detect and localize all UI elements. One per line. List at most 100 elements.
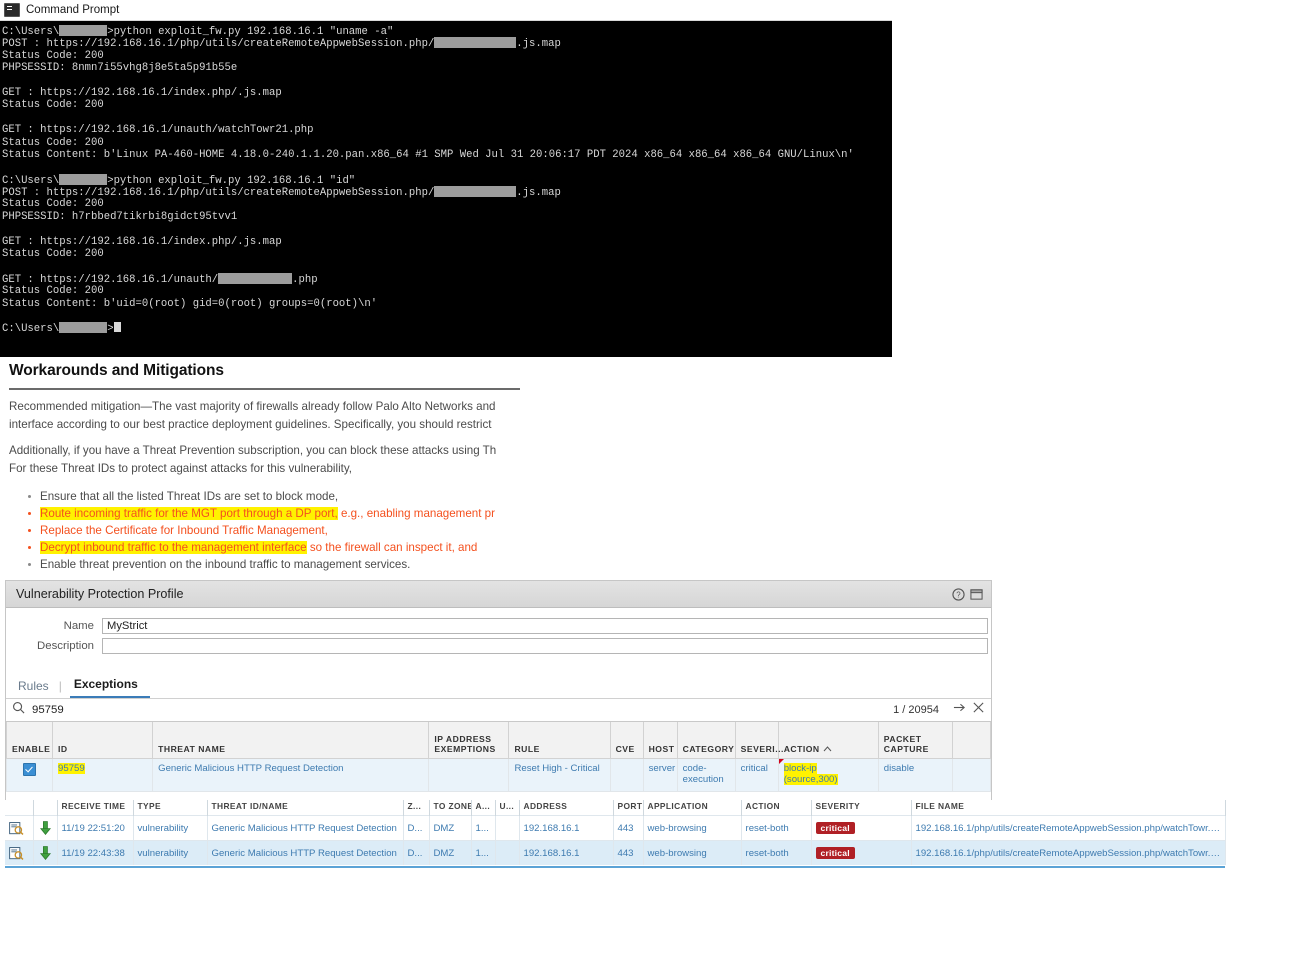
- highlighted-text: block-ip (source,300): [784, 763, 838, 785]
- terminal-cursor: [114, 322, 121, 332]
- log-table-header: RECEIVE TIMETYPETHREAT ID/NAMEZ...TO ZON…: [5, 800, 1225, 816]
- arrow-right-icon[interactable]: [947, 701, 966, 719]
- cell-u: [495, 816, 519, 841]
- cell-application: web-browsing: [643, 816, 741, 841]
- name-input[interactable]: [102, 618, 988, 634]
- cell-receive-time: 11/19 22:43:38: [57, 841, 133, 866]
- download-arrow-icon[interactable]: [40, 846, 51, 860]
- log-column-header-z[interactable]: Z...: [403, 800, 429, 816]
- status-badge: critical: [816, 822, 855, 834]
- terminal-line: PHPSESSID: 8nmn7i55vhg8j8e5ta5p91b55e: [2, 62, 892, 74]
- exceptions-table-header: ENABLEIDTHREAT NAMEIP ADDRESS EXEMPTIONS…: [7, 722, 991, 759]
- redacted-text: [434, 186, 516, 197]
- log-detail-icon[interactable]: [9, 822, 24, 835]
- redacted-text: [434, 37, 516, 48]
- cell-to-zone: DMZ: [429, 816, 471, 841]
- cell-spacer: [952, 759, 990, 792]
- search-input[interactable]: [30, 703, 893, 717]
- redacted-text: [59, 25, 107, 36]
- cell-file-name: 192.168.16.1/php/utils/createRemoteAppwe…: [911, 841, 1225, 866]
- log-column-header-threat-id-name[interactable]: THREAT ID/NAME: [207, 800, 403, 816]
- description-input[interactable]: [102, 638, 988, 654]
- cell-detail-action[interactable]: [5, 816, 33, 841]
- terminal-line: GET : https://192.168.16.1/unauth/watchT…: [2, 124, 892, 136]
- cell-u: [495, 841, 519, 866]
- terminal-line: POST : https://192.168.16.1/php/utils/cr…: [2, 37, 892, 49]
- log-detail-icon[interactable]: [9, 847, 24, 860]
- cell-cve: [610, 759, 643, 792]
- log-row[interactable]: 11/19 22:51:20vulnerabilityGeneric Malic…: [5, 816, 1225, 841]
- terminal-line: POST : https://192.168.16.1/php/utils/cr…: [2, 186, 892, 198]
- column-header-id[interactable]: ID: [53, 722, 153, 759]
- log-column-header-blank[interactable]: [5, 800, 33, 816]
- table-row[interactable]: 95759Generic Malicious HTTP Request Dete…: [7, 759, 991, 792]
- download-arrow-icon[interactable]: [40, 821, 51, 835]
- column-header-enable[interactable]: ENABLE: [7, 722, 53, 759]
- threat-log-viewer: RECEIVE TIMETYPETHREAT ID/NAMEZ...TO ZON…: [5, 800, 1225, 865]
- cell-a: 1...: [471, 816, 495, 841]
- close-icon[interactable]: [966, 701, 985, 719]
- cell-category: code-execution: [677, 759, 735, 792]
- mitigation-bullet: Decrypt inbound traffic to the managemen…: [24, 539, 644, 556]
- column-header-action[interactable]: ACTION: [778, 722, 878, 759]
- mitigation-bullet: Replace the Certificate for Inbound Traf…: [24, 522, 644, 539]
- column-header-category[interactable]: CATEGORY: [677, 722, 735, 759]
- heading-divider: [9, 388, 520, 390]
- column-header-packet-capture[interactable]: PACKET CAPTURE: [878, 722, 952, 759]
- tab-rules[interactable]: Rules: [16, 679, 59, 698]
- log-column-header-receive-time[interactable]: RECEIVE TIME: [57, 800, 133, 816]
- terminal-line: Status Code: 200: [2, 99, 892, 111]
- cell-severity: critical: [811, 816, 911, 841]
- help-circle-icon[interactable]: ?: [952, 588, 965, 601]
- terminal-line: [2, 161, 892, 173]
- svg-text:?: ?: [956, 590, 961, 599]
- log-column-header-application[interactable]: APPLICATION: [643, 800, 741, 816]
- log-column-header-u[interactable]: U...: [495, 800, 519, 816]
- log-column-header-type[interactable]: TYPE: [133, 800, 207, 816]
- cell-action: reset-both: [741, 841, 811, 866]
- mitigation-bullet: Ensure that all the listed Threat IDs ar…: [24, 488, 644, 505]
- log-column-header-blank[interactable]: [33, 800, 57, 816]
- cell-enable[interactable]: [7, 759, 53, 792]
- cell-type: vulnerability: [133, 816, 207, 841]
- log-column-header-action[interactable]: ACTION: [741, 800, 811, 816]
- workarounds-article: Workarounds and Mitigations Recommended …: [0, 358, 540, 573]
- terminal-line: C:\Users\>: [2, 322, 892, 334]
- log-column-header-a[interactable]: A...: [471, 800, 495, 816]
- log-column-header-file-name[interactable]: FILE NAME: [911, 800, 1225, 816]
- terminal-output: C:\Users\>python exploit_fw.py 192.168.1…: [0, 21, 892, 357]
- column-header-rule[interactable]: RULE: [509, 722, 610, 759]
- log-column-header-severity[interactable]: SEVERITY: [811, 800, 911, 816]
- enable-checkbox[interactable]: [23, 763, 36, 776]
- column-header-threat-name[interactable]: THREAT NAME: [153, 722, 429, 759]
- cell-download-action[interactable]: [33, 841, 57, 866]
- profile-tabs: Rules | Exceptions: [16, 674, 991, 698]
- cell-download-action[interactable]: [33, 816, 57, 841]
- column-header-spacer: [952, 722, 990, 759]
- cell-action: block-ip (source,300): [778, 759, 878, 792]
- cell-application: web-browsing: [643, 841, 741, 866]
- log-bottom-accent: [5, 866, 1225, 868]
- log-column-header-port[interactable]: PORT: [613, 800, 643, 816]
- status-badge: critical: [816, 847, 855, 859]
- terminal-line: GET : https://192.168.16.1/index.php/.js…: [2, 87, 892, 99]
- column-header-ip-address-exemptions[interactable]: IP ADDRESS EXEMPTIONS: [429, 722, 509, 759]
- log-column-header-address[interactable]: ADDRESS: [519, 800, 613, 816]
- name-row: Name: [6, 618, 991, 634]
- column-header-host[interactable]: HOST: [643, 722, 677, 759]
- terminal-line: GET : https://192.168.16.1/unauth/.php: [2, 273, 892, 285]
- cell-detail-action[interactable]: [5, 841, 33, 866]
- column-header-cve[interactable]: CVE: [610, 722, 643, 759]
- cell-to-zone: DMZ: [429, 841, 471, 866]
- cell-ip-address-exemptions: [429, 759, 509, 792]
- command-prompt-window: Command Prompt C:\Users\>python exploit_…: [0, 0, 892, 357]
- log-column-header-to-zone[interactable]: TO ZONE: [429, 800, 471, 816]
- terminal-line: [2, 223, 892, 235]
- terminal-icon: [4, 3, 20, 17]
- tab-exceptions[interactable]: Exceptions: [70, 677, 150, 698]
- column-header-severi-[interactable]: SEVERI...: [735, 722, 778, 759]
- restore-window-icon[interactable]: [970, 588, 983, 601]
- highlighted-text: Route incoming traffic for the MGT port …: [40, 507, 338, 520]
- cell-threat-id-name: Generic Malicious HTTP Request Detection: [207, 816, 403, 841]
- log-row[interactable]: 11/19 22:43:38vulnerabilityGeneric Malic…: [5, 841, 1225, 866]
